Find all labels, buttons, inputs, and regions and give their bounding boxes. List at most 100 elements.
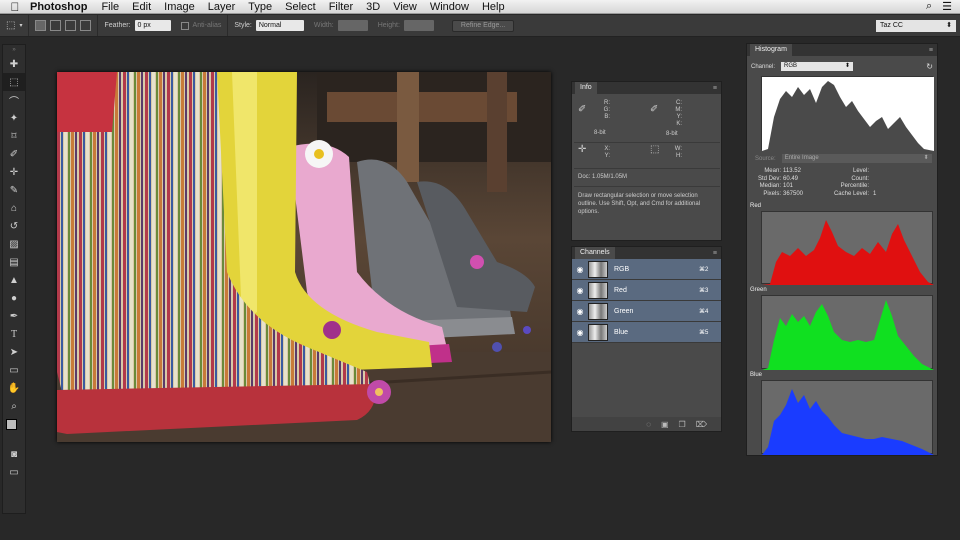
type-tool-icon[interactable]: T (3, 325, 25, 343)
refine-edge-button[interactable]: Refine Edge... (451, 19, 515, 32)
stat-pixels-value: 367500 (783, 190, 804, 197)
feather-label: Feather: (104, 22, 131, 29)
menu-file[interactable]: File (101, 1, 119, 13)
list-icon[interactable]: ☰ (942, 0, 952, 13)
rectangle-shape-icon[interactable]: ▭ (3, 361, 25, 379)
histogram-tabbar: Histogram ≡ (747, 44, 937, 56)
marquee-icon: ⬚ (6, 20, 16, 31)
tab-channels[interactable]: Channels (575, 247, 615, 259)
menu-filter[interactable]: Filter (329, 1, 353, 13)
histogram-panel: Histogram ≡ Channel: RGB ⬍ ↻ Source: Enti… (746, 43, 938, 456)
rectangular-marquee-icon[interactable]: ⬚ (3, 73, 25, 91)
stats-left-values: 113.52 60.49 101 367500 (783, 168, 803, 198)
menu-edit[interactable]: Edit (132, 1, 151, 13)
feather-input[interactable]: 0 px (134, 20, 171, 31)
rgb-labels: R: G: B: (603, 100, 610, 120)
channel-selector: Channel: RGB ⬍ ↻ (751, 62, 933, 71)
clone-stamp-icon[interactable]: ⌂ (3, 199, 25, 217)
channel-row-rgb[interactable]: ◉ RGB ⌘2 (572, 259, 721, 280)
app-menu[interactable]: Photoshop (30, 1, 87, 13)
channel-shortcut: ⌘4 (699, 308, 709, 315)
red-histogram-graph (762, 220, 934, 285)
panel-menu-icon[interactable]: ≡ (713, 85, 718, 92)
rgb-bit-depth: 8-bit (594, 130, 606, 136)
stat-median-label: Median: (759, 183, 781, 189)
workspace-switcher[interactable]: Taz CC ⬍ (876, 19, 956, 32)
load-selection-icon[interactable]: ◌ (646, 420, 651, 429)
tab-histogram[interactable]: Histogram (750, 44, 792, 56)
green-histogram-label: Green (750, 287, 767, 293)
selection-mode-group (29, 15, 99, 36)
eraser-icon[interactable]: ▨ (3, 235, 25, 253)
panel-menu-icon[interactable]: ≡ (929, 47, 934, 54)
channel-select[interactable]: RGB ⬍ (781, 62, 854, 71)
trash-icon[interactable]: ⌦ (696, 420, 707, 429)
menu-layer[interactable]: Layer (208, 1, 236, 13)
crop-icon[interactable]: ⌑ (3, 127, 25, 145)
tool-preset-picker[interactable]: ⬚ ▾ (0, 15, 30, 36)
tab-info[interactable]: Info (575, 82, 597, 94)
source-label: Source: (755, 155, 776, 162)
width-input[interactable] (337, 20, 368, 31)
intersect-selection-button[interactable] (80, 20, 92, 31)
blur-icon[interactable]: ▲ (3, 271, 25, 289)
eye-icon[interactable]: ◉ (572, 328, 588, 337)
pen-icon[interactable]: ✒ (3, 307, 25, 325)
hand-icon[interactable]: ✋ (3, 379, 25, 397)
eye-icon[interactable]: ◉ (572, 307, 588, 316)
eyedropper-icon[interactable]: ✐ (3, 145, 25, 163)
quick-mask-icon[interactable]: ◙ (3, 445, 25, 463)
antialias-checkbox[interactable] (180, 21, 189, 30)
eye-icon[interactable]: ◉ (572, 265, 588, 274)
brush-icon[interactable]: ✎ (3, 181, 25, 199)
menu-3d[interactable]: 3D (366, 1, 380, 13)
channel-row-red[interactable]: ◉ Red ⌘3 (572, 280, 721, 301)
history-brush-icon[interactable]: ↺ (3, 217, 25, 235)
source-select[interactable]: Entire Image ⬍ (781, 154, 932, 163)
style-select[interactable]: Normal (255, 20, 304, 31)
channel-thumbnail (588, 302, 608, 320)
healing-brush-icon[interactable]: ✛ (3, 163, 25, 181)
channel-name: Red (614, 286, 627, 294)
gradient-icon[interactable]: ▤ (3, 253, 25, 271)
channels-panel: Channels ≡ ◉ RGB ⌘2 ◉ Red ⌘3 ◉ Green ⌘4 … (571, 246, 722, 432)
channel-row-blue[interactable]: ◉ Blue ⌘5 (572, 322, 721, 343)
eye-icon[interactable]: ◉ (572, 286, 588, 295)
toolbar-grip[interactable]: » (3, 45, 25, 55)
green-histogram (761, 295, 934, 370)
zoom-icon[interactable]: ⌕ (3, 397, 25, 415)
foreground-color-swatch[interactable] (6, 419, 17, 430)
stat-mean-label: Mean: (764, 168, 781, 174)
lasso-icon[interactable]: ⌒ (3, 91, 25, 109)
document-canvas[interactable] (57, 72, 551, 442)
menu-type[interactable]: Type (248, 1, 272, 13)
refresh-icon[interactable]: ↻ (926, 62, 933, 71)
quick-selection-icon[interactable]: ✦ (3, 109, 25, 127)
menu-help[interactable]: Help (482, 1, 505, 13)
menu-view[interactable]: View (393, 1, 417, 13)
height-input[interactable] (403, 20, 434, 31)
menu-window[interactable]: Window (430, 1, 469, 13)
panel-menu-icon[interactable]: ≡ (713, 250, 718, 257)
new-channel-icon[interactable]: ❐ (679, 420, 686, 429)
save-selection-icon[interactable]: ▣ (661, 420, 669, 429)
new-selection-button[interactable] (35, 20, 47, 31)
screen-mode-icon[interactable]: ▭ (3, 463, 25, 481)
apple-icon[interactable]:  (0, 0, 30, 14)
move-tool-icon[interactable]: ✚ (3, 55, 25, 73)
stat-count-value (873, 176, 876, 184)
channel-row-green[interactable]: ◉ Green ⌘4 (572, 301, 721, 322)
search-icon[interactable]: ⌕ (926, 0, 932, 13)
channel-name: Green (614, 307, 634, 315)
dodge-icon[interactable]: ● (3, 289, 25, 307)
path-selection-icon[interactable]: ➤ (3, 343, 25, 361)
channel-shortcut: ⌘3 (699, 287, 709, 294)
add-selection-button[interactable] (50, 20, 62, 31)
channels-footer: ◌ ▣ ❐ ⌦ (572, 417, 721, 431)
menu-image[interactable]: Image (164, 1, 195, 13)
channel-select-value: RGB (784, 63, 798, 69)
menu-select[interactable]: Select (285, 1, 316, 13)
subtract-selection-button[interactable] (65, 20, 77, 31)
channel-name: Blue (614, 328, 629, 336)
color-swatches[interactable] (3, 415, 25, 445)
